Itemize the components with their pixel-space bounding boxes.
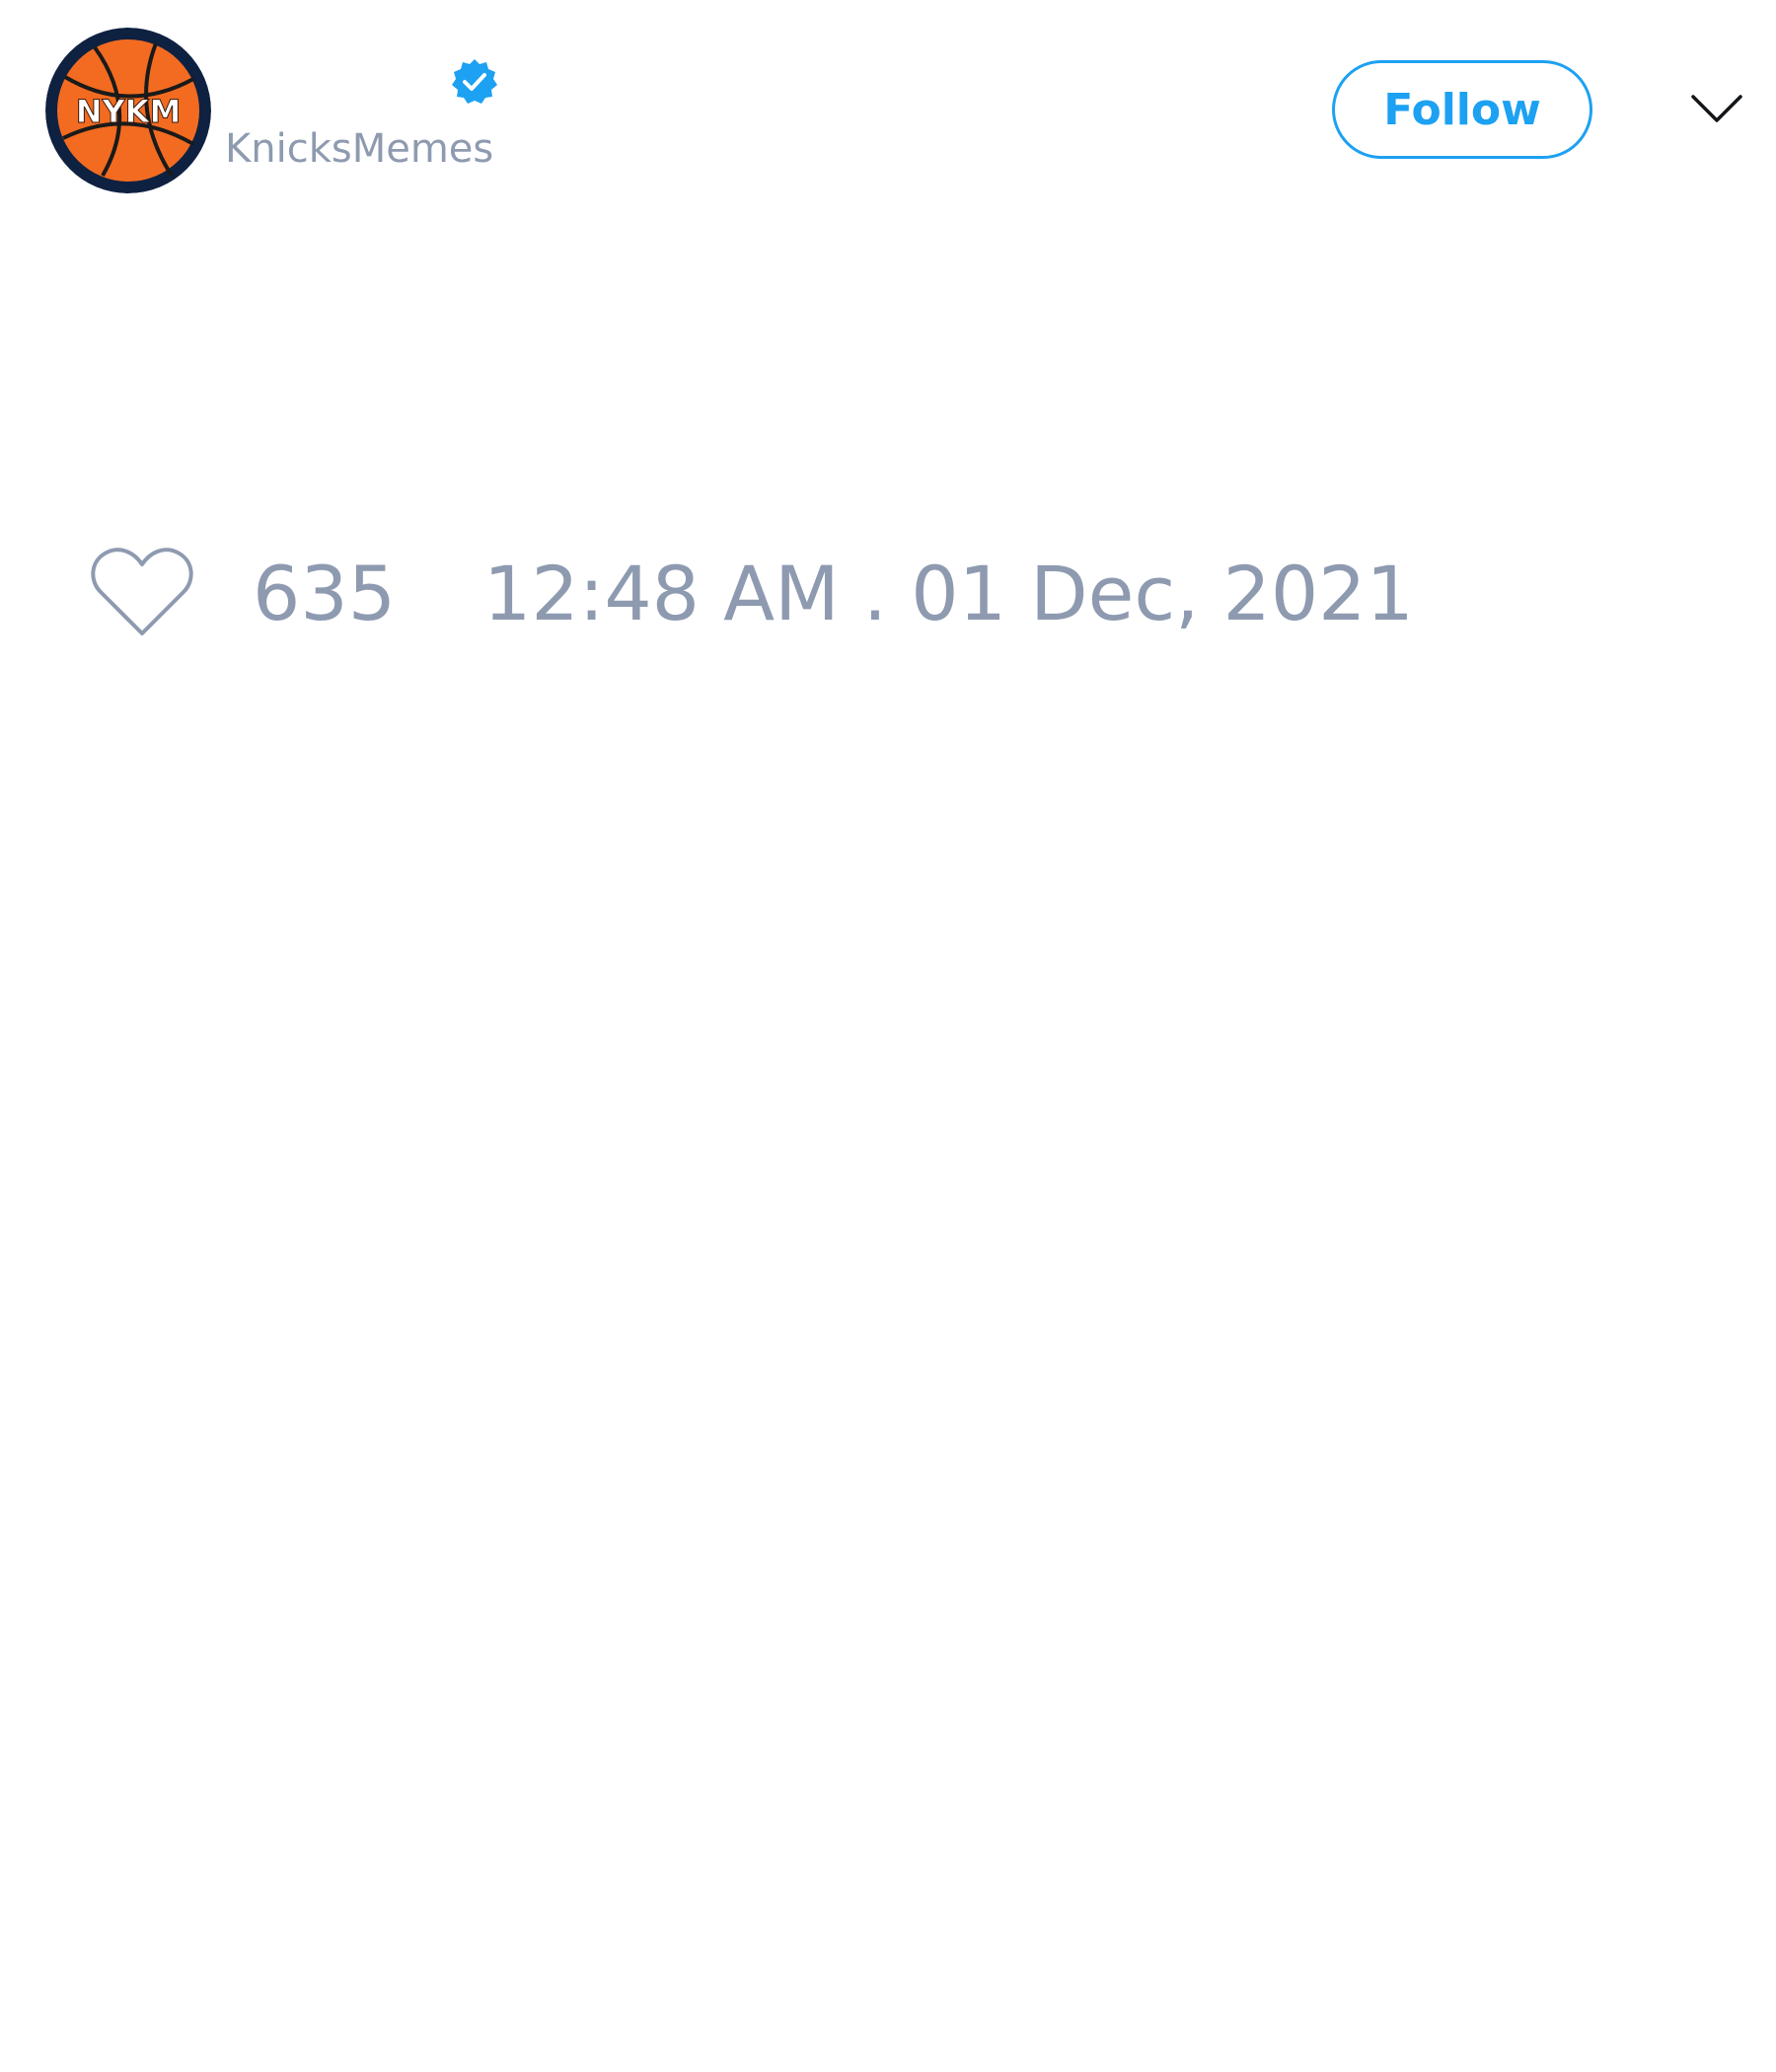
avatar-logo-text: NYKM bbox=[76, 93, 182, 130]
basketball-avatar-image: NYKM bbox=[45, 28, 211, 193]
author-block: KnicksMemes bbox=[225, 51, 541, 180]
follow-button[interactable]: Follow bbox=[1332, 60, 1592, 159]
avatar[interactable]: NYKM bbox=[45, 28, 211, 193]
tweet-card: NYKM KnicksMemes Follow 635 12:48 AM . 0… bbox=[0, 0, 1776, 2072]
tweet-header: NYKM KnicksMemes Follow bbox=[0, 0, 1776, 217]
heart-icon[interactable] bbox=[89, 545, 195, 639]
tweet-meta-row: 635 12:48 AM . 01 Dec, 2021 bbox=[0, 533, 1776, 651]
like-count: 635 bbox=[253, 550, 397, 637]
tweet-timestamp[interactable]: 12:48 AM . 01 Dec, 2021 bbox=[483, 547, 1414, 641]
verified-badge-icon bbox=[450, 57, 499, 107]
author-handle[interactable]: KnicksMemes bbox=[225, 126, 493, 172]
chevron-down-icon[interactable] bbox=[1689, 89, 1744, 128]
